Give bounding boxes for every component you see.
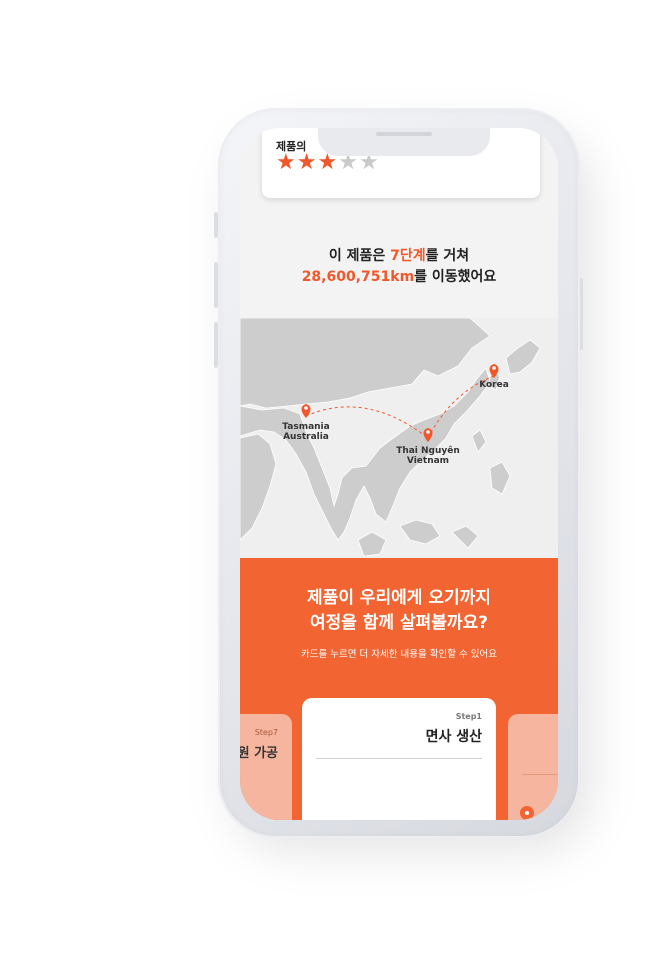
journey-headline: 이 제품은 7단계를 거쳐 28,600,751km를 이동했어요 bbox=[240, 246, 558, 288]
speaker-grill bbox=[376, 132, 432, 136]
card-divider bbox=[316, 758, 482, 759]
step-number: Step7 bbox=[254, 728, 278, 737]
step-card-next[interactable] bbox=[508, 714, 558, 820]
step-name: 원 가공 bbox=[240, 746, 278, 761]
card-divider bbox=[522, 774, 558, 775]
route-map[interactable]: Tasmania Australia Thai Nguyên Vietnam K… bbox=[240, 318, 558, 558]
headline-line-1: 이 제품은 7단계를 거쳐 bbox=[240, 246, 558, 267]
headline-suffix-1: 를 거쳐 bbox=[425, 248, 470, 264]
headline-prefix: 이 제품은 bbox=[328, 248, 391, 264]
distance-highlight: 28,600,751km bbox=[301, 269, 415, 285]
star-filled-icon: ★ bbox=[296, 150, 318, 175]
location-label-vietnam: Thai Nguyên Vietnam bbox=[396, 446, 460, 466]
journey-title: 제품이 우리에게 오기까지 여정을 함께 살펴볼까요? bbox=[307, 588, 491, 633]
step-name: 면사 생산 bbox=[425, 729, 482, 745]
stage-count-highlight: 7단계 bbox=[390, 248, 426, 264]
headline-suffix-2: 를 이동했어요 bbox=[414, 269, 497, 285]
step-card-prev[interactable]: Step7 원 가공 bbox=[240, 714, 292, 820]
step-number: Step1 bbox=[455, 712, 482, 721]
star-filled-icon: ★ bbox=[276, 150, 297, 175]
location-dot-icon bbox=[520, 806, 534, 820]
phone-notch bbox=[318, 128, 490, 156]
journey-subtitle: 카드를 누르면 더 자세한 내용을 확인할 수 있어요 bbox=[301, 649, 497, 660]
location-label-korea: Korea bbox=[479, 380, 509, 390]
phone-screen: 제품의 ★★★★★ 이 제품은 7단계를 거쳐 28,600,751km를 이동… bbox=[240, 128, 558, 820]
location-label-tasmania: Tasmania Australia bbox=[282, 422, 330, 442]
step-card-current[interactable]: Step1 면사 생산 bbox=[302, 698, 496, 820]
journey-section: 제품이 우리에게 오기까지 여정을 함께 살펴볼까요? 카드를 누르면 더 자세… bbox=[240, 558, 558, 820]
headline-line-2: 28,600,751km를 이동했어요 bbox=[240, 267, 558, 288]
